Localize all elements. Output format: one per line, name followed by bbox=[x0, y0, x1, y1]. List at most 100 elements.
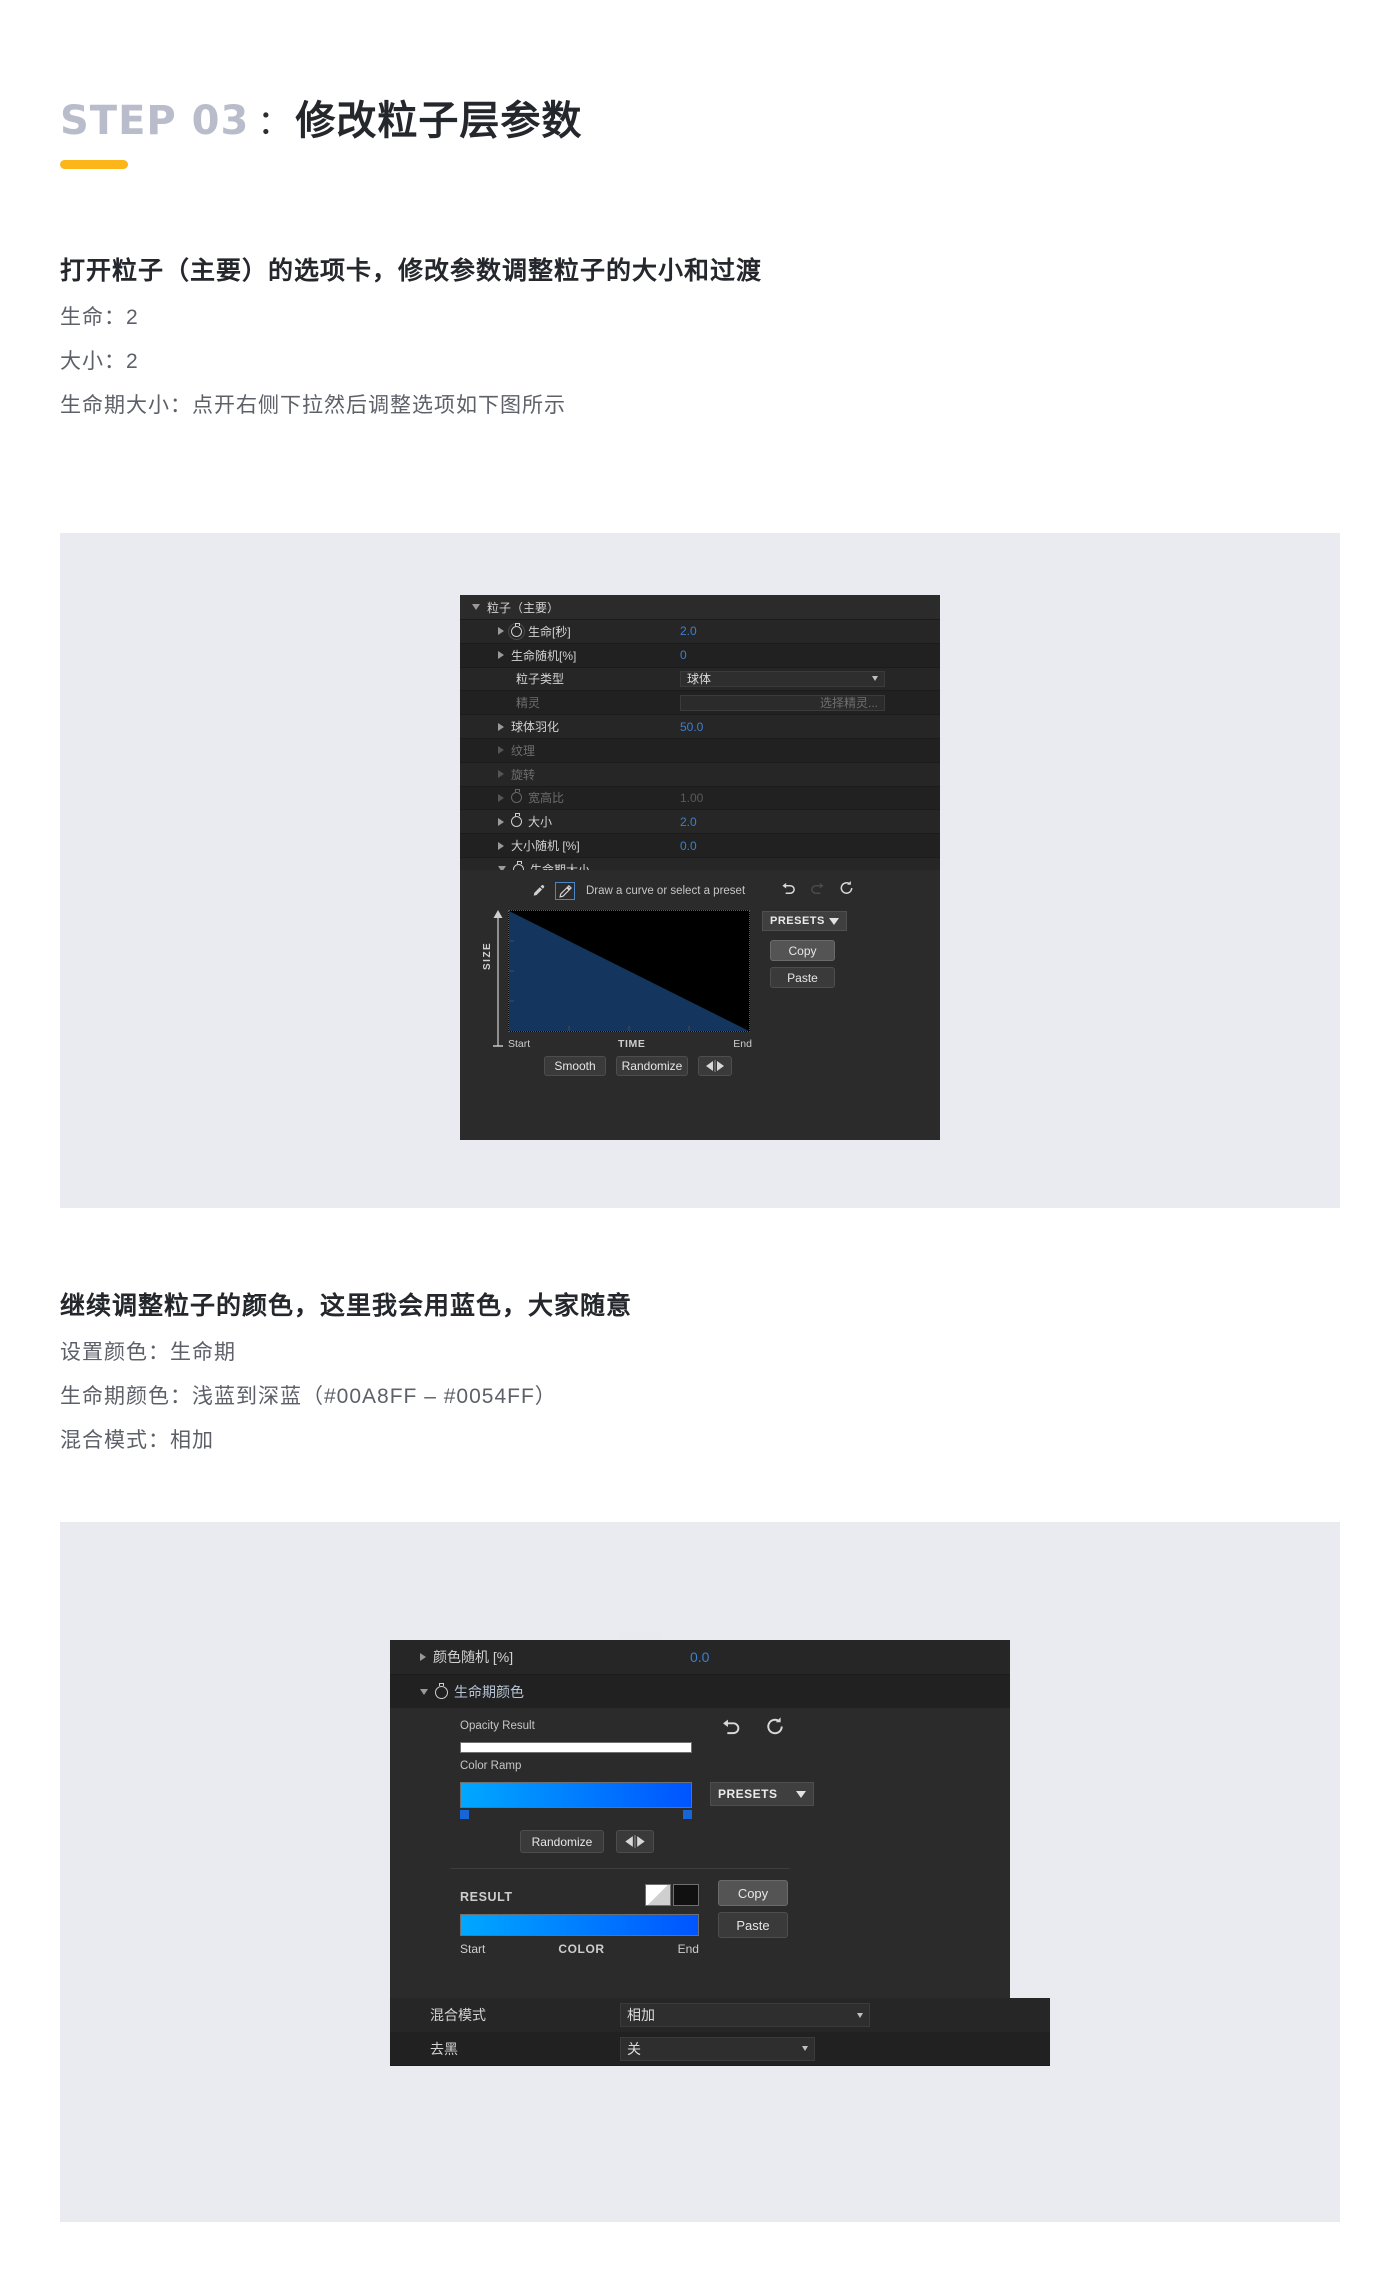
table-row[interactable]: 生命期颜色 bbox=[390, 1675, 1010, 1710]
randomize-button[interactable]: Randomize bbox=[616, 1056, 688, 1076]
table-row[interactable]: 旋转 bbox=[460, 762, 940, 787]
table-row[interactable]: 生命[秒] 2.0 bbox=[460, 620, 940, 644]
presets-dropdown[interactable]: PRESETS bbox=[762, 911, 847, 931]
title-text: 修改粒子层参数 bbox=[295, 99, 583, 143]
reset-icon[interactable] bbox=[764, 1716, 786, 1740]
stopwatch-icon[interactable] bbox=[511, 789, 522, 804]
particle-type-dropdown[interactable]: 球体 bbox=[680, 670, 885, 687]
smooth-button[interactable]: Smooth bbox=[544, 1056, 606, 1076]
color-ramp-bar[interactable] bbox=[460, 1782, 692, 1808]
property-value[interactable]: 2.0 bbox=[680, 815, 697, 829]
property-value[interactable]: 1.00 bbox=[680, 791, 703, 805]
page-title: STEP 03 ： 修改粒子层参数 bbox=[60, 88, 582, 146]
curve-x-labels: Start TIME End bbox=[508, 1038, 752, 1050]
property-value[interactable]: 0.0 bbox=[680, 839, 697, 853]
property-name: 大小 bbox=[528, 815, 553, 830]
stopwatch-icon[interactable] bbox=[511, 813, 522, 828]
expand-arrow-icon[interactable] bbox=[498, 722, 504, 731]
property-name: 大小随机 [%] bbox=[511, 839, 580, 854]
chevron-down-icon bbox=[872, 676, 878, 682]
expand-arrow-icon[interactable] bbox=[498, 770, 504, 779]
section2-text: 继续调整粒子的颜色，这里我会用蓝色，大家随意 设置颜色：生命期 生命期颜色：浅蓝… bbox=[60, 1290, 632, 1456]
result-swatch-dark[interactable] bbox=[673, 1884, 699, 1906]
ramp-stop-start[interactable] bbox=[460, 1810, 469, 1819]
property-value[interactable]: 0 bbox=[680, 648, 687, 662]
presets-dropdown[interactable]: PRESETS bbox=[710, 1782, 814, 1806]
step-arrows-button[interactable] bbox=[698, 1056, 732, 1076]
result-ramp-bar[interactable] bbox=[460, 1914, 699, 1936]
size-over-life-curve-editor: Draw a curve or select a preset SIZE Sta… bbox=[460, 870, 940, 1140]
expand-arrow-icon[interactable] bbox=[498, 627, 504, 636]
stopwatch-icon[interactable] bbox=[508, 622, 525, 640]
group-header-row[interactable]: 粒子（主要） bbox=[460, 595, 940, 620]
expand-arrow-icon[interactable] bbox=[498, 841, 504, 850]
table-row[interactable]: 颜色随机 [%] 0.0 bbox=[390, 1640, 1010, 1675]
eyedropper-icon[interactable] bbox=[528, 882, 548, 900]
chevron-down-icon[interactable] bbox=[472, 604, 480, 610]
property-name: 生命[秒] bbox=[528, 624, 571, 639]
property-name: 混合模式 bbox=[430, 2007, 486, 2023]
property-value[interactable]: 0.0 bbox=[690, 1649, 709, 1665]
section1-text: 打开粒子（主要）的选项卡，修改参数调整粒子的大小和过渡 生命：2 大小：2 生命… bbox=[60, 255, 762, 421]
particle-color-panel: 颜色随机 [%] 0.0 生命期颜色 Opacity Result Color … bbox=[390, 1633, 1050, 2066]
expand-arrow-icon[interactable] bbox=[498, 793, 504, 802]
pencil-icon[interactable] bbox=[555, 882, 575, 900]
property-value[interactable]: 2.0 bbox=[680, 624, 697, 638]
property-name: 生命期颜色 bbox=[454, 1684, 524, 1700]
page-root: STEP 03 ： 修改粒子层参数 打开粒子（主要）的选项卡，修改参数调整粒子的… bbox=[0, 0, 1400, 2280]
property-name: 生命随机[%] bbox=[511, 648, 577, 663]
undo-icon[interactable] bbox=[780, 881, 797, 899]
divider bbox=[450, 1868, 790, 1869]
expand-arrow-icon[interactable] bbox=[498, 651, 504, 660]
presets-label: PRESETS bbox=[770, 915, 825, 927]
table-row[interactable]: 球体羽化 50.0 bbox=[460, 715, 940, 739]
property-name: 去黑 bbox=[430, 2040, 458, 2057]
curve-graph[interactable] bbox=[508, 910, 750, 1032]
expand-arrow-icon[interactable] bbox=[498, 746, 504, 755]
table-row[interactable]: 生命随机[%] 0 bbox=[460, 643, 940, 668]
copy-button[interactable]: Copy bbox=[770, 940, 835, 961]
table-row[interactable]: 大小 2.0 bbox=[460, 810, 940, 835]
table-row[interactable]: 混合模式 相加 bbox=[390, 1998, 1050, 2033]
y-axis-label: SIZE bbox=[482, 941, 493, 970]
property-name: 粒子类型 bbox=[516, 672, 565, 687]
expand-arrow-icon[interactable] bbox=[420, 1653, 426, 1661]
table-row[interactable]: 宽高比 1.00 bbox=[460, 786, 940, 811]
table-row[interactable]: 纹理 bbox=[460, 738, 940, 763]
stopwatch-icon[interactable] bbox=[435, 1682, 448, 1699]
unmult-dropdown[interactable]: 关 bbox=[620, 2036, 815, 2061]
step-arrows-button[interactable] bbox=[616, 1830, 654, 1853]
opacity-result-label: Opacity Result bbox=[460, 1720, 535, 1732]
paste-button[interactable]: Paste bbox=[718, 1912, 788, 1938]
property-rows: 生命[秒] 2.0 生命随机[%] 0 粒子类型 球体 精灵 选择精灵... 球… bbox=[460, 620, 940, 882]
paste-button[interactable]: Paste bbox=[770, 967, 835, 988]
collapse-arrow-icon[interactable] bbox=[420, 1689, 428, 1695]
presets-label: PRESETS bbox=[718, 1787, 778, 1801]
result-swatch-light[interactable] bbox=[645, 1884, 671, 1906]
table-row[interactable]: 粒子类型 球体 bbox=[460, 667, 940, 692]
blend-mode-value: 相加 bbox=[627, 2007, 655, 2023]
x-axis-label: COLOR bbox=[558, 1942, 605, 1956]
blend-mode-dropdown[interactable]: 相加 bbox=[620, 2003, 870, 2027]
curve-toolbar: Draw a curve or select a preset bbox=[528, 882, 745, 900]
property-value[interactable]: 50.0 bbox=[680, 720, 703, 734]
sprite-picker[interactable]: 选择精灵... bbox=[680, 694, 885, 711]
chevron-down-icon bbox=[829, 917, 839, 925]
reset-icon[interactable] bbox=[838, 880, 855, 899]
table-row[interactable]: 精灵 选择精灵... bbox=[460, 691, 940, 716]
panel-notch bbox=[620, 1633, 662, 1640]
x-end-label: End bbox=[733, 1038, 752, 1050]
table-row[interactable]: 去黑 关 bbox=[390, 2032, 1050, 2066]
table-row[interactable]: 大小随机 [%] 0.0 bbox=[460, 834, 940, 858]
curve-hint: Draw a curve or select a preset bbox=[586, 885, 746, 897]
property-name: 旋转 bbox=[511, 767, 536, 782]
opacity-result-bar[interactable] bbox=[460, 1742, 692, 1753]
expand-arrow-icon[interactable] bbox=[498, 817, 504, 826]
chevron-down-icon bbox=[796, 1790, 806, 1798]
accent-rule bbox=[60, 160, 128, 169]
randomize-button[interactable]: Randomize bbox=[520, 1830, 604, 1853]
undo-icon[interactable] bbox=[720, 1717, 742, 1740]
copy-button[interactable]: Copy bbox=[718, 1880, 788, 1906]
x-start-label: Start bbox=[508, 1038, 531, 1050]
ramp-stop-end[interactable] bbox=[683, 1810, 692, 1819]
